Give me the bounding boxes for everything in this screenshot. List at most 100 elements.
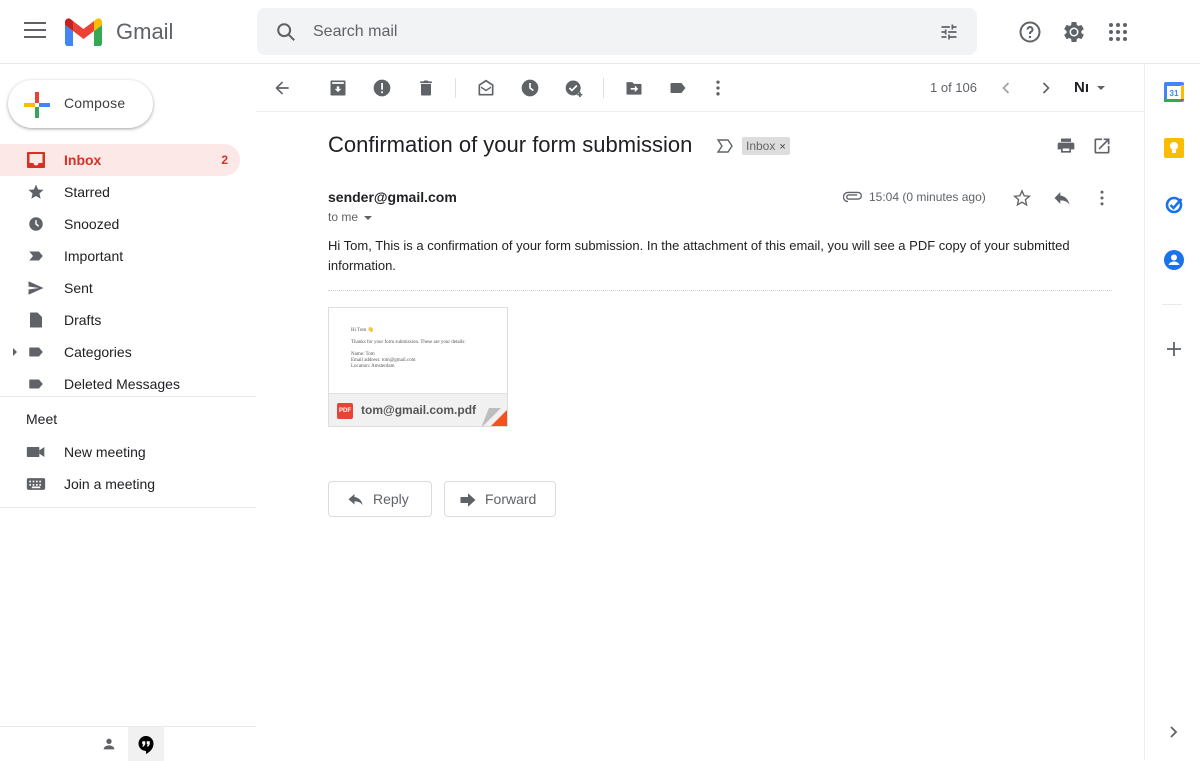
print-icon[interactable] (1056, 136, 1076, 156)
pdf-attachment-card[interactable]: Hi Tom 👋 Thanks for your form submission… (328, 307, 508, 427)
forward-label: Forward (485, 491, 537, 507)
more-options-icon[interactable] (1092, 188, 1112, 208)
sidebar: Compose Inbox 2 Starred Snoozed Importan… (0, 64, 256, 761)
sidebar-item-label: Categories (64, 344, 132, 360)
sidebar-item-important[interactable]: Important (0, 240, 240, 272)
sidebar-item-label: Starred (64, 184, 110, 200)
input-tools-button[interactable]: Nı (1074, 79, 1105, 96)
hangouts-tab[interactable] (128, 727, 164, 761)
expand-panel-chevron-icon[interactable] (1164, 722, 1184, 742)
search-options-icon[interactable] (939, 22, 959, 42)
top-header: Gmail (0, 0, 1200, 64)
label-icon (29, 347, 43, 357)
toolbar-divider (603, 78, 604, 98)
reply-arrow-icon (348, 494, 363, 506)
main-menu-button[interactable] (24, 22, 46, 42)
inbox-label-chip[interactable]: Inbox × (742, 137, 790, 155)
report-spam-icon[interactable] (372, 78, 392, 98)
add-to-tasks-icon[interactable] (564, 78, 584, 98)
rail-divider (1162, 304, 1182, 305)
gmail-logo-icon[interactable] (65, 18, 102, 46)
more-vert-icon[interactable] (708, 78, 728, 98)
compose-button[interactable]: Compose (8, 80, 153, 128)
sidebar-item-label: Snoozed (64, 216, 120, 232)
reply-icon[interactable] (1052, 188, 1072, 208)
divider (0, 507, 256, 508)
older-chevron-icon[interactable] (1036, 78, 1056, 98)
body-divider (328, 290, 1112, 291)
folder-list: Inbox 2 Starred Snoozed Important Sent D… (0, 144, 256, 400)
recipient-label: to me (328, 210, 359, 224)
app-name: Gmail (116, 19, 174, 44)
pdf-file-icon: PDF (337, 403, 353, 419)
meet-section-title: Meet (26, 411, 58, 427)
delete-trash-icon[interactable] (416, 78, 436, 98)
sidebar-item-label: Inbox (64, 152, 102, 168)
label-chip-text: Inbox (746, 139, 776, 153)
attachment-preview: Hi Tom 👋 Thanks for your form submission… (351, 328, 466, 370)
input-tools-label: Nı (1074, 79, 1089, 96)
newer-chevron-icon[interactable] (996, 78, 1016, 98)
move-to-icon[interactable] (624, 78, 644, 98)
google-tasks-icon[interactable] (1164, 194, 1184, 214)
sender-address[interactable]: sender@gmail.com (328, 189, 457, 205)
svg-text:31: 31 (1170, 89, 1179, 98)
dropdown-arrow-icon (1097, 86, 1105, 91)
forward-button[interactable]: Forward (444, 481, 556, 517)
new-meeting-label: New meeting (64, 444, 146, 460)
expand-caret-icon[interactable] (13, 348, 17, 356)
apps-grid-icon[interactable] (1106, 20, 1130, 44)
page-fold-corner-icon (481, 408, 507, 426)
pagination-label: 1 of 106 (930, 80, 977, 95)
compose-label: Compose (64, 95, 126, 111)
video-camera-icon (26, 447, 45, 457)
divider (0, 396, 256, 397)
sidebar-item-drafts[interactable]: Drafts (0, 304, 240, 336)
forward-arrow-icon (460, 493, 476, 507)
draft-icon (30, 312, 42, 328)
back-arrow-icon[interactable] (272, 78, 292, 98)
remove-label-icon[interactable]: × (779, 141, 785, 153)
open-in-new-window-icon[interactable] (1092, 136, 1112, 156)
mark-unread-icon[interactable] (476, 78, 496, 98)
sidebar-item-sent[interactable]: Sent (0, 272, 240, 304)
sidebar-item-label: Sent (64, 280, 93, 296)
sidebar-item-label: Drafts (64, 312, 102, 328)
sidebar-item-snoozed[interactable]: Snoozed (0, 208, 240, 240)
sidebar-item-label: Important (64, 248, 124, 264)
toolbar-divider (455, 78, 456, 98)
join-meeting-item[interactable]: Join a meeting (0, 468, 240, 500)
sidebar-item-categories[interactable]: Categories (0, 336, 240, 368)
email-subject: Confirmation of your form submission (328, 132, 693, 157)
join-meeting-label: Join a meeting (64, 476, 156, 492)
attachment-footer: PDF tom@gmail.com.pdf (329, 393, 507, 426)
reply-button[interactable]: Reply (328, 481, 432, 517)
send-icon (28, 281, 44, 295)
clock-icon (29, 217, 43, 231)
snooze-clock-icon[interactable] (520, 78, 540, 98)
plus-icon (24, 92, 50, 118)
labels-icon[interactable] (668, 78, 688, 98)
google-contacts-icon[interactable] (1164, 250, 1184, 270)
google-calendar-icon[interactable]: 31 (1164, 82, 1184, 102)
google-keep-icon[interactable] (1164, 138, 1184, 158)
search-icon[interactable] (275, 21, 297, 43)
search-bar (257, 8, 977, 55)
help-icon[interactable] (1018, 20, 1042, 44)
hangouts-icon (138, 736, 154, 754)
star-outline-icon[interactable] (1012, 188, 1032, 208)
inbox-icon (27, 152, 45, 168)
new-meeting-item[interactable]: New meeting (0, 436, 240, 468)
importance-marker-icon[interactable] (716, 138, 734, 154)
email-body: Hi Tom, This is a confirmation of your f… (328, 238, 1070, 273)
reply-label: Reply (373, 491, 409, 507)
recipient-details-toggle[interactable]: to me (328, 210, 373, 224)
person-icon[interactable] (101, 736, 117, 752)
sidebar-item-inbox[interactable]: Inbox 2 (0, 144, 240, 176)
get-addons-plus-icon[interactable] (1164, 339, 1184, 359)
search-input[interactable] (313, 20, 913, 44)
archive-icon[interactable] (328, 78, 348, 98)
sidebar-item-label: Deleted Messages (64, 376, 180, 392)
sidebar-item-starred[interactable]: Starred (0, 176, 240, 208)
settings-gear-icon[interactable] (1062, 20, 1086, 44)
